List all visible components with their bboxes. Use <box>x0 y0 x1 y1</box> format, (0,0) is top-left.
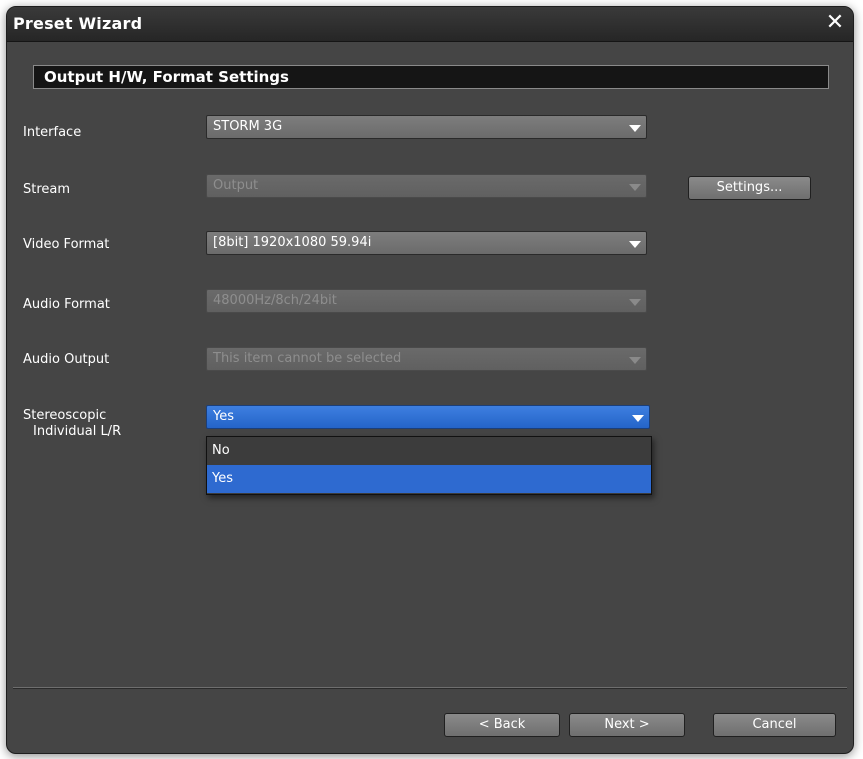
chevron-down-icon <box>629 184 641 191</box>
stream-label: Stream <box>23 182 71 197</box>
back-button[interactable]: < Back <box>444 713 560 737</box>
preset-wizard-dialog: Preset Wizard ✕ Output H/W, Format Setti… <box>6 6 854 754</box>
chevron-down-icon <box>629 241 641 248</box>
stereoscopic-label: Stereoscopic <box>23 408 107 423</box>
audio-output-value: This item cannot be selected <box>213 351 402 366</box>
stereoscopic-value: Yes <box>213 409 234 424</box>
next-button[interactable]: Next > <box>569 713 685 737</box>
chevron-down-icon <box>629 357 641 364</box>
stereoscopic-select[interactable]: Yes <box>206 405 650 429</box>
close-button[interactable]: ✕ <box>823 11 847 35</box>
close-icon: ✕ <box>825 10 845 35</box>
audio-output-label: Audio Output <box>23 352 110 367</box>
footer-divider <box>13 687 847 689</box>
interface-select[interactable]: STORM 3G <box>206 115 647 139</box>
individual-lr-label: Individual L/R <box>33 424 122 439</box>
chevron-down-icon <box>632 415 644 422</box>
stereoscopic-dropdown-list: No Yes <box>206 436 652 495</box>
section-title: Output H/W, Format Settings <box>44 68 289 86</box>
stream-value: Output <box>213 178 259 193</box>
video-format-value: [8bit] 1920x1080 59.94i <box>213 235 372 250</box>
window-title: Preset Wizard <box>13 14 143 33</box>
audio-format-label: Audio Format <box>23 297 110 312</box>
title-bar[interactable]: Preset Wizard ✕ <box>7 7 853 42</box>
chevron-down-icon <box>629 299 641 306</box>
stream-select: Output <box>206 174 647 198</box>
video-format-select[interactable]: [8bit] 1920x1080 59.94i <box>206 231 647 255</box>
audio-output-select: This item cannot be selected <box>206 347 647 371</box>
dropdown-option-no[interactable]: No <box>207 437 651 465</box>
interface-value: STORM 3G <box>213 119 283 134</box>
audio-format-select: 48000Hz/8ch/24bit <box>206 289 647 313</box>
video-format-label: Video Format <box>23 237 110 252</box>
dropdown-option-yes[interactable]: Yes <box>207 465 651 493</box>
settings-button[interactable]: Settings... <box>688 176 811 200</box>
interface-label: Interface <box>23 125 82 140</box>
cancel-button[interactable]: Cancel <box>713 713 836 737</box>
section-header: Output H/W, Format Settings <box>33 65 829 89</box>
chevron-down-icon <box>629 125 641 132</box>
audio-format-value: 48000Hz/8ch/24bit <box>213 293 337 308</box>
